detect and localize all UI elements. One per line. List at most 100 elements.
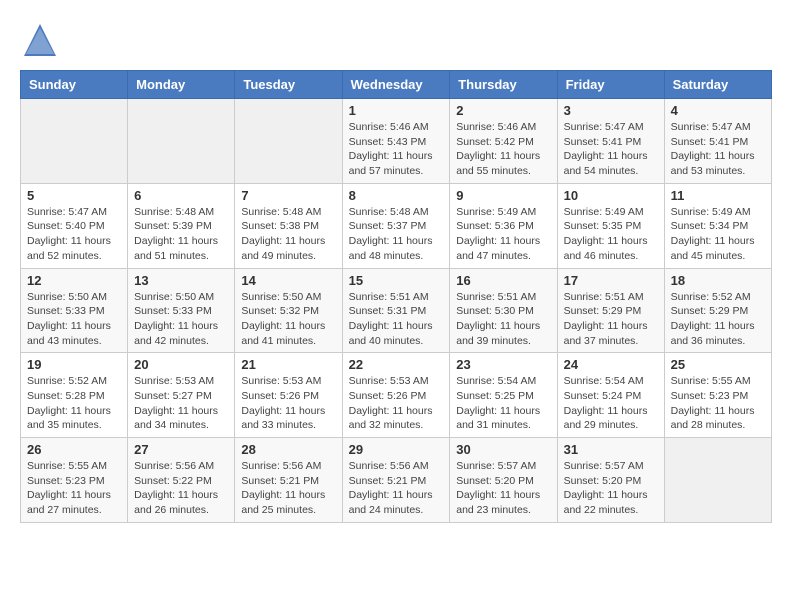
day-info: Sunrise: 5:49 AM Sunset: 5:36 PM Dayligh… [456,205,550,264]
day-info: Sunrise: 5:52 AM Sunset: 5:29 PM Dayligh… [671,290,765,349]
day-number: 7 [241,188,335,203]
day-number: 3 [564,103,658,118]
day-number: 20 [134,357,228,372]
day-number: 31 [564,442,658,457]
day-info: Sunrise: 5:48 AM Sunset: 5:37 PM Dayligh… [349,205,444,264]
day-info: Sunrise: 5:48 AM Sunset: 5:39 PM Dayligh… [134,205,228,264]
calendar-cell: 6 Sunrise: 5:48 AM Sunset: 5:39 PM Daylig… [128,183,235,268]
day-info: Sunrise: 5:51 AM Sunset: 5:29 PM Dayligh… [564,290,658,349]
day-number: 6 [134,188,228,203]
day-number: 12 [27,273,121,288]
calendar-cell: 16 Sunrise: 5:51 AM Sunset: 5:30 PM Dayli… [450,268,557,353]
calendar-cell: 31 Sunrise: 5:57 AM Sunset: 5:20 PM Dayli… [557,438,664,523]
calendar-cell: 3Sunrise: 5:47 AM Sunset: 5:41 PM Daylig… [557,99,664,184]
calendar-cell: 28 Sunrise: 5:56 AM Sunset: 5:21 PM Dayli… [235,438,342,523]
calendar-cell: 21 Sunrise: 5:53 AM Sunset: 5:26 PM Dayli… [235,353,342,438]
day-info: Sunrise: 5:51 AM Sunset: 5:31 PM Dayligh… [349,290,444,349]
day-number: 10 [564,188,658,203]
day-info: Sunrise: 5:49 AM Sunset: 5:34 PM Dayligh… [671,205,765,264]
calendar-week-row: 26Sunrise: 5:55 AM Sunset: 5:23 PM Dayli… [21,438,772,523]
weekday-header: Monday [128,71,235,99]
day-info: Sunrise: 5:55 AM Sunset: 5:23 PM Dayligh… [27,459,121,518]
calendar-cell: 11 Sunrise: 5:49 AM Sunset: 5:34 PM Dayli… [664,183,771,268]
day-number: 15 [349,273,444,288]
calendar-cell: 9 Sunrise: 5:49 AM Sunset: 5:36 PM Daylig… [450,183,557,268]
day-number: 28 [241,442,335,457]
calendar-cell: 4Sunrise: 5:47 AM Sunset: 5:41 PM Daylig… [664,99,771,184]
day-number: 2 [456,103,550,118]
weekday-header: Tuesday [235,71,342,99]
weekday-header: Sunday [21,71,128,99]
calendar-cell: 2 Sunrise: 5:46 AM Sunset: 5:42 PM Daylig… [450,99,557,184]
day-number: 25 [671,357,765,372]
day-number: 4 [671,103,765,118]
day-info: Sunrise: 5:46 AM Sunset: 5:43 PM Dayligh… [349,120,444,179]
calendar-cell: 7 Sunrise: 5:48 AM Sunset: 5:38 PM Daylig… [235,183,342,268]
calendar-cell: 22 Sunrise: 5:53 AM Sunset: 5:26 PM Dayli… [342,353,450,438]
day-info: Sunrise: 5:53 AM Sunset: 5:26 PM Dayligh… [349,374,444,433]
day-number: 8 [349,188,444,203]
calendar-cell: 20 Sunrise: 5:53 AM Sunset: 5:27 PM Dayli… [128,353,235,438]
calendar-cell [235,99,342,184]
day-info: Sunrise: 5:54 AM Sunset: 5:25 PM Dayligh… [456,374,550,433]
day-number: 21 [241,357,335,372]
day-info: Sunrise: 5:53 AM Sunset: 5:27 PM Dayligh… [134,374,228,433]
weekday-header: Friday [557,71,664,99]
calendar-cell: 27 Sunrise: 5:56 AM Sunset: 5:22 PM Dayli… [128,438,235,523]
calendar-cell: 1 Sunrise: 5:46 AM Sunset: 5:43 PM Daylig… [342,99,450,184]
day-number: 14 [241,273,335,288]
calendar-cell: 30 Sunrise: 5:57 AM Sunset: 5:20 PM Dayli… [450,438,557,523]
day-info: Sunrise: 5:56 AM Sunset: 5:22 PM Dayligh… [134,459,228,518]
weekday-header: Saturday [664,71,771,99]
weekday-header: Wednesday [342,71,450,99]
day-number: 30 [456,442,550,457]
day-info: Sunrise: 5:47 AM Sunset: 5:40 PM Dayligh… [27,205,121,264]
calendar-cell: 10Sunrise: 5:49 AM Sunset: 5:35 PM Dayli… [557,183,664,268]
calendar-week-row: 1 Sunrise: 5:46 AM Sunset: 5:43 PM Daylig… [21,99,772,184]
calendar-cell [664,438,771,523]
day-number: 13 [134,273,228,288]
calendar-cell: 29 Sunrise: 5:56 AM Sunset: 5:21 PM Dayli… [342,438,450,523]
day-info: Sunrise: 5:56 AM Sunset: 5:21 PM Dayligh… [241,459,335,518]
logo [20,20,62,60]
day-number: 17 [564,273,658,288]
calendar-cell: 23 Sunrise: 5:54 AM Sunset: 5:25 PM Dayli… [450,353,557,438]
page-header [20,20,772,60]
day-number: 27 [134,442,228,457]
day-number: 18 [671,273,765,288]
day-number: 29 [349,442,444,457]
calendar-header: SundayMondayTuesdayWednesdayThursdayFrid… [21,71,772,99]
day-info: Sunrise: 5:51 AM Sunset: 5:30 PM Dayligh… [456,290,550,349]
day-number: 9 [456,188,550,203]
day-number: 19 [27,357,121,372]
day-number: 11 [671,188,765,203]
calendar-week-row: 12 Sunrise: 5:50 AM Sunset: 5:33 PM Dayli… [21,268,772,353]
day-info: Sunrise: 5:56 AM Sunset: 5:21 PM Dayligh… [349,459,444,518]
day-info: Sunrise: 5:57 AM Sunset: 5:20 PM Dayligh… [456,459,550,518]
day-number: 16 [456,273,550,288]
calendar-cell: 17 Sunrise: 5:51 AM Sunset: 5:29 PM Dayli… [557,268,664,353]
calendar-week-row: 19 Sunrise: 5:52 AM Sunset: 5:28 PM Dayli… [21,353,772,438]
day-info: Sunrise: 5:53 AM Sunset: 5:26 PM Dayligh… [241,374,335,433]
calendar-cell [21,99,128,184]
day-info: Sunrise: 5:50 AM Sunset: 5:33 PM Dayligh… [134,290,228,349]
weekday-header: Thursday [450,71,557,99]
day-info: Sunrise: 5:57 AM Sunset: 5:20 PM Dayligh… [564,459,658,518]
calendar-cell: 8 Sunrise: 5:48 AM Sunset: 5:37 PM Daylig… [342,183,450,268]
day-info: Sunrise: 5:48 AM Sunset: 5:38 PM Dayligh… [241,205,335,264]
day-info: Sunrise: 5:52 AM Sunset: 5:28 PM Dayligh… [27,374,121,433]
logo-icon [20,20,60,60]
calendar-cell: 26Sunrise: 5:55 AM Sunset: 5:23 PM Dayli… [21,438,128,523]
calendar-cell [128,99,235,184]
day-info: Sunrise: 5:46 AM Sunset: 5:42 PM Dayligh… [456,120,550,179]
day-info: Sunrise: 5:50 AM Sunset: 5:33 PM Dayligh… [27,290,121,349]
day-number: 22 [349,357,444,372]
calendar-cell: 24Sunrise: 5:54 AM Sunset: 5:24 PM Dayli… [557,353,664,438]
calendar-week-row: 5Sunrise: 5:47 AM Sunset: 5:40 PM Daylig… [21,183,772,268]
day-number: 23 [456,357,550,372]
calendar-cell: 18 Sunrise: 5:52 AM Sunset: 5:29 PM Dayli… [664,268,771,353]
calendar-cell: 14Sunrise: 5:50 AM Sunset: 5:32 PM Dayli… [235,268,342,353]
day-number: 1 [349,103,444,118]
calendar-cell: 25Sunrise: 5:55 AM Sunset: 5:23 PM Dayli… [664,353,771,438]
calendar-cell: 19 Sunrise: 5:52 AM Sunset: 5:28 PM Dayli… [21,353,128,438]
